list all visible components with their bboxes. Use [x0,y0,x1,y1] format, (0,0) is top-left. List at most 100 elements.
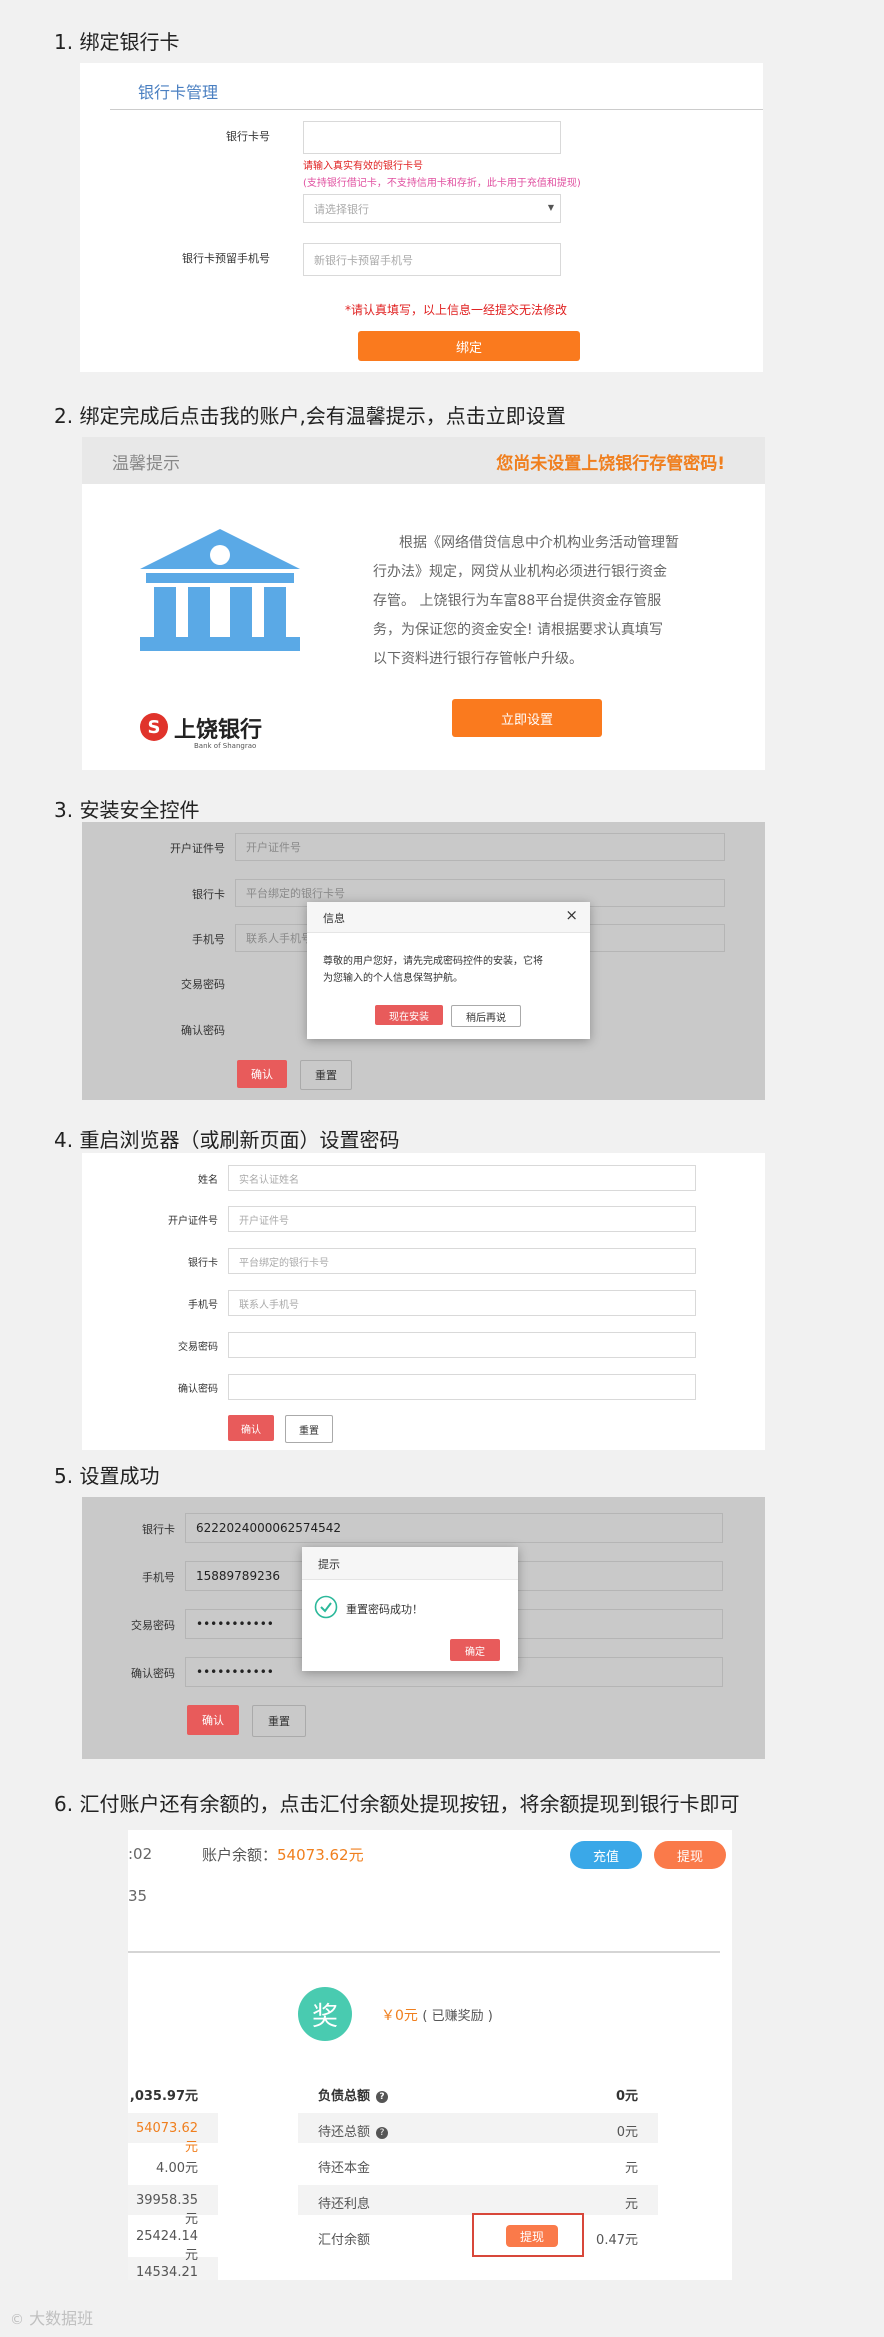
account-panel: :02 35 账户余额：54073.62元 充值 提现 奖 ￥0元 ( 已赚奖励… [128,1830,732,2280]
tip-line-2: 行办法》规定，网贷从业机构必须进行银行资金 [373,564,667,580]
left-value-4: 39958.35元 [135,2193,198,2227]
card-number-label: 银行卡号 [226,130,270,143]
bank-select[interactable]: 请选择银行 ▼ [303,194,561,223]
balance-label: 账户余额： [202,1846,278,1864]
setpwd-input-card[interactable]: 平台绑定的银行卡号 [228,1248,696,1274]
withdraw-button[interactable]: 提现 [654,1841,726,1869]
left-value-5: 25424.14元 [135,2229,198,2263]
install-panel: 开户证件号 开户证件号 银行卡 平台绑定的银行卡号 手机号 联系人手机号 交易密… [82,822,765,1100]
install-dialog-text-2: 为您输入的个人信息保驾护航。 [323,973,463,984]
tip-line-5: 以下资料进行银行存管帐户升级。 [373,651,583,667]
setpwd-label-confirm: 确认密码 [178,1384,218,1395]
bank-name-en: Bank of Shangrao [194,742,257,750]
left-value-3: 4.00元 [156,2161,198,2176]
install-dialog-title: 信息 [323,912,345,925]
reward-value: ￥0元 [381,2008,418,2024]
right-label-3: 待还本金 [318,2161,371,2176]
reward-line: ￥0元 ( 已赚奖励 ) [381,2005,493,2025]
question-icon[interactable]: ? [376,2126,389,2139]
account-divider [128,1951,720,1953]
card-error-text: 请输入真实有效的银行卡号 [303,161,423,172]
left-value-6: 14534.21元 [135,2265,198,2280]
success-label-phone: 手机号 [142,1571,175,1584]
right-value-5: 0.47元 [596,2233,638,2248]
balance-line: 账户余额：54073.62元 [202,1844,364,1865]
close-icon[interactable]: × [565,906,578,924]
setpwd-input-phone[interactable]: 联系人手机号 [228,1290,696,1316]
setpwd-input-name[interactable]: 实名认证姓名 [228,1165,696,1191]
success-confirm-button[interactable]: 确认 [187,1705,239,1735]
tip-line-4: 务，为保证您的资金安全! 请根据要求认真填写 [373,622,664,638]
setpwd-label-name: 姓名 [198,1175,218,1186]
watermark: © 大数据班 [10,2309,94,2328]
install-dialog-text-1: 尊敬的用户您好，请先完成密码控件的安装，它将 [323,956,543,967]
right-value-4: 元 [624,2197,638,2212]
success-reset-button[interactable]: 重置 [252,1705,306,1737]
setpwd-reset-button[interactable]: 重置 [285,1415,333,1443]
success-input-card[interactable]: 6222024000062574542 [185,1513,723,1543]
left-value-2: 54073.62元 [135,2121,198,2155]
install-dialog-header [307,902,590,933]
card-note-text: (支持银行借记卡，不支持信用卡和存折，此卡用于充值和提现) [303,178,581,189]
install-later-button[interactable]: 稍后再说 [451,1005,521,1027]
success-label-card: 银行卡 [142,1523,175,1536]
install-now-button[interactable]: 现在安装 [375,1005,443,1025]
reward-icon: 奖 [298,1987,352,2041]
balance-withdraw-button[interactable]: 提现 [506,2225,558,2247]
setpwd-label-pwd: 交易密码 [178,1342,218,1353]
tip-line-1: 根据《网络借贷信息中介机构业务活动管理暂 [399,535,679,551]
left-value-1: ,035.97元 [129,2089,198,2104]
install-input-id[interactable]: 开户证件号 [235,833,725,861]
tip-title: 温馨提示 [112,454,180,474]
setpwd-label-card: 银行卡 [188,1258,218,1269]
install-label-pwd: 交易密码 [181,978,225,991]
success-dialog: 提示 重置密码成功！ 确定 [302,1547,518,1671]
step-6-title: 6. 汇付账户还有余额的，点击汇付余额处提现按钮，将余额提现到银行卡即可 [54,1792,740,1816]
install-label-confirm: 确认密码 [181,1024,225,1037]
phone-label: 银行卡预留手机号 [182,252,270,265]
right-label-2: 待还总额? [318,2121,389,2140]
bind-warning: *请认真填写，以上信息一经提交无法修改 [345,303,568,317]
bank-name: 上饶银行 [174,717,263,743]
number-fragment: 35 [128,1887,148,1905]
tip-panel: 温馨提示 您尚未设置上饶银行存管密码! S 上饶银行 Bank of Shang… [82,437,765,770]
setpwd-input-pwd[interactable] [228,1332,696,1358]
setpwd-input-id[interactable]: 开户证件号 [228,1206,696,1232]
phone-placeholder: 新银行卡预留手机号 [314,253,413,267]
phone-input[interactable]: 新银行卡预留手机号 [303,243,561,276]
right-value-1: 0元 [615,2089,638,2104]
header-divider [110,109,763,110]
setpwd-input-confirm[interactable] [228,1374,696,1400]
reward-note: ( 已赚奖励 ) [422,2009,493,2024]
success-message: 重置密码成功！ [346,1603,423,1616]
step-5-title: 5. 设置成功 [54,1464,160,1488]
setpwd-panel: 姓名 实名认证姓名 开户证件号 开户证件号 银行卡 平台绑定的银行卡号 手机号 … [82,1153,765,1450]
tip-body: 根据《网络借贷信息中介机构业务活动管理暂 行办法》规定，网贷从业机构必须进行银行… [373,529,723,674]
card-number-input[interactable] [303,121,561,154]
install-reset-button[interactable]: 重置 [300,1060,352,1090]
recharge-button[interactable]: 充值 [570,1841,642,1869]
chevron-down-icon: ▼ [547,203,554,212]
step-3-title: 3. 安装安全控件 [54,798,200,822]
bank-select-value: 请选择银行 [314,202,369,216]
success-label-confirm: 确认密码 [131,1667,175,1680]
step-4-title: 4. 重启浏览器（或刷新页面）设置密码 [54,1128,400,1152]
success-label-pwd: 交易密码 [131,1619,175,1632]
right-label-4: 待还利息 [318,2197,371,2212]
install-dialog: 信息 × 尊敬的用户您好，请先完成密码控件的安装，它将 为您输入的个人信息保驾护… [307,902,590,1039]
install-confirm-button[interactable]: 确认 [237,1060,287,1088]
setup-now-button[interactable]: 立即设置 [452,699,602,737]
step-2-title: 2. 绑定完成后点击我的账户,会有温馨提示，点击立即设置 [54,404,566,428]
install-label-phone: 手机号 [192,933,225,946]
success-ok-button[interactable]: 确定 [450,1639,500,1661]
bind-button[interactable]: 绑定 [358,331,580,361]
tip-alert: 您尚未设置上饶银行存管密码! [496,454,725,474]
bank-logo-icon: S [140,713,168,741]
setpwd-label-phone: 手机号 [188,1300,218,1311]
setpwd-label-id: 开户证件号 [168,1216,218,1227]
right-label-1: 负债总额? [318,2085,389,2104]
success-dialog-title: 提示 [318,1558,340,1571]
setpwd-confirm-button[interactable]: 确认 [228,1415,274,1441]
tip-line-3: 存管。 上饶银行为车富88平台提供资金存管服 [373,593,662,609]
question-icon[interactable]: ? [376,2090,389,2103]
